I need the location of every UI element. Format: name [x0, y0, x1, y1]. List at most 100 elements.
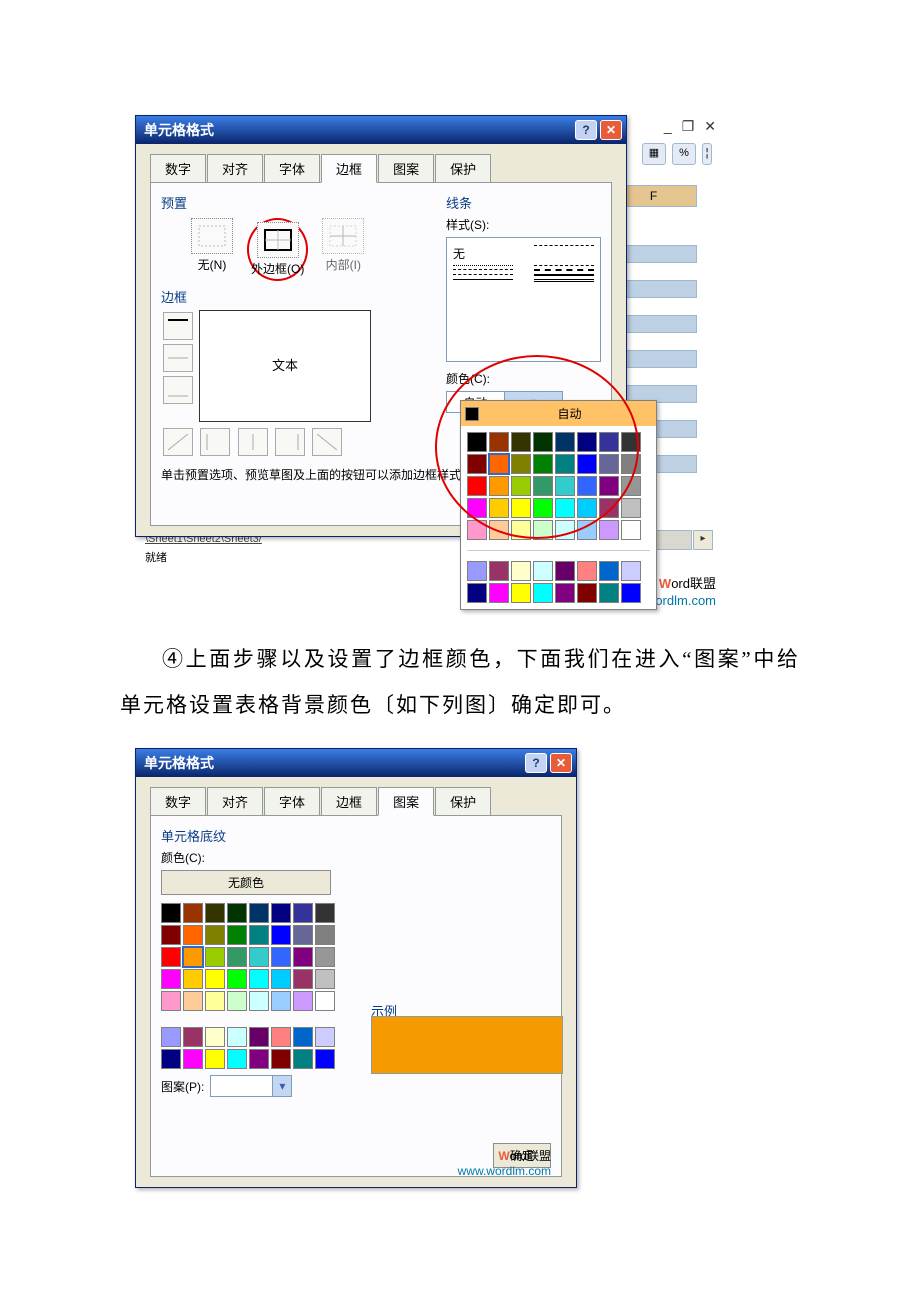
- swatch[interactable]: [555, 432, 575, 452]
- swatch[interactable]: [271, 947, 291, 967]
- swatch[interactable]: [467, 498, 487, 518]
- preset-inside[interactable]: 内部(I): [322, 218, 364, 281]
- swatch[interactable]: [599, 561, 619, 581]
- swatch[interactable]: [249, 969, 269, 989]
- tab-边框[interactable]: 边框: [321, 154, 377, 183]
- swatch[interactable]: [467, 476, 487, 496]
- swatch[interactable]: [315, 925, 335, 945]
- swatch[interactable]: [183, 969, 203, 989]
- swatch[interactable]: [293, 947, 313, 967]
- swatch[interactable]: [621, 561, 641, 581]
- swatch[interactable]: [183, 991, 203, 1011]
- border-mid-h-button[interactable]: [163, 344, 193, 372]
- swatch[interactable]: [183, 1027, 203, 1047]
- swatch[interactable]: [205, 903, 225, 923]
- close-button[interactable]: ✕: [600, 120, 622, 140]
- preset-outline[interactable]: 外边框(O): [247, 218, 308, 281]
- swatch[interactable]: [161, 1027, 181, 1047]
- swatch[interactable]: [467, 561, 487, 581]
- swatch[interactable]: [271, 1049, 291, 1069]
- swatch[interactable]: [599, 432, 619, 452]
- swatch[interactable]: [315, 1027, 335, 1047]
- swatch[interactable]: [315, 903, 335, 923]
- border-bottom-button[interactable]: [163, 376, 193, 404]
- swatch[interactable]: [183, 903, 203, 923]
- tab-字体[interactable]: 字体: [264, 787, 320, 816]
- swatch[interactable]: [227, 969, 247, 989]
- swatch[interactable]: [511, 476, 531, 496]
- swatch[interactable]: [315, 1049, 335, 1069]
- swatch[interactable]: [511, 454, 531, 474]
- swatch[interactable]: [533, 476, 553, 496]
- swatch[interactable]: [315, 969, 335, 989]
- swatch[interactable]: [315, 947, 335, 967]
- swatch[interactable]: [511, 432, 531, 452]
- swatch[interactable]: [533, 498, 553, 518]
- swatch[interactable]: [467, 432, 487, 452]
- swatch[interactable]: [577, 454, 597, 474]
- swatch[interactable]: [467, 454, 487, 474]
- swatch[interactable]: [249, 1027, 269, 1047]
- swatch[interactable]: [599, 454, 619, 474]
- line-style-list[interactable]: 无: [446, 237, 601, 362]
- swatch[interactable]: [511, 520, 531, 540]
- swatch[interactable]: [511, 561, 531, 581]
- swatch[interactable]: [183, 925, 203, 945]
- swatch[interactable]: [577, 476, 597, 496]
- border-top-button[interactable]: [163, 312, 193, 340]
- swatch[interactable]: [533, 432, 553, 452]
- swatch[interactable]: [227, 1027, 247, 1047]
- swatch[interactable]: [577, 520, 597, 540]
- swatch[interactable]: [293, 991, 313, 1011]
- swatch[interactable]: [621, 476, 641, 496]
- swatch[interactable]: [599, 583, 619, 603]
- swatch[interactable]: [161, 947, 181, 967]
- swatch[interactable]: [533, 561, 553, 581]
- tab-保护[interactable]: 保护: [435, 787, 491, 816]
- swatch[interactable]: [161, 925, 181, 945]
- swatch[interactable]: [161, 969, 181, 989]
- swatch[interactable]: [599, 476, 619, 496]
- swatch[interactable]: [577, 432, 597, 452]
- pattern-dropdown[interactable]: ▾: [210, 1075, 292, 1097]
- swatch[interactable]: [533, 583, 553, 603]
- auto-color-row[interactable]: 自动: [461, 401, 656, 426]
- swatch[interactable]: [205, 1027, 225, 1047]
- swatch[interactable]: [227, 947, 247, 967]
- swatch[interactable]: [489, 476, 509, 496]
- swatch[interactable]: [293, 903, 313, 923]
- border-diag2-button[interactable]: [312, 428, 342, 456]
- swatch[interactable]: [555, 561, 575, 581]
- swatch[interactable]: [489, 561, 509, 581]
- swatch[interactable]: [555, 520, 575, 540]
- swatch[interactable]: [205, 969, 225, 989]
- border-right-button[interactable]: [275, 428, 305, 456]
- swatch[interactable]: [227, 925, 247, 945]
- swatch[interactable]: [183, 1049, 203, 1069]
- swatch[interactable]: [599, 498, 619, 518]
- swatch[interactable]: [293, 1027, 313, 1047]
- swatch[interactable]: [621, 498, 641, 518]
- swatch[interactable]: [489, 520, 509, 540]
- swatch[interactable]: [621, 520, 641, 540]
- swatch[interactable]: [227, 991, 247, 1011]
- swatch[interactable]: [621, 454, 641, 474]
- tab-图案[interactable]: 图案: [378, 787, 434, 816]
- tab-数字[interactable]: 数字: [150, 154, 206, 183]
- swatch[interactable]: [489, 432, 509, 452]
- help-button[interactable]: ?: [525, 753, 547, 773]
- no-color-button[interactable]: 无颜色: [161, 870, 331, 895]
- swatch[interactable]: [533, 520, 553, 540]
- tab-图案[interactable]: 图案: [378, 154, 434, 183]
- swatch[interactable]: [599, 520, 619, 540]
- swatch[interactable]: [293, 969, 313, 989]
- swatch[interactable]: [205, 947, 225, 967]
- swatch[interactable]: [183, 947, 203, 967]
- tab-对齐[interactable]: 对齐: [207, 787, 263, 816]
- swatch[interactable]: [555, 476, 575, 496]
- swatch[interactable]: [227, 903, 247, 923]
- swatch[interactable]: [577, 561, 597, 581]
- swatch[interactable]: [489, 498, 509, 518]
- swatch[interactable]: [533, 454, 553, 474]
- help-button[interactable]: ?: [575, 120, 597, 140]
